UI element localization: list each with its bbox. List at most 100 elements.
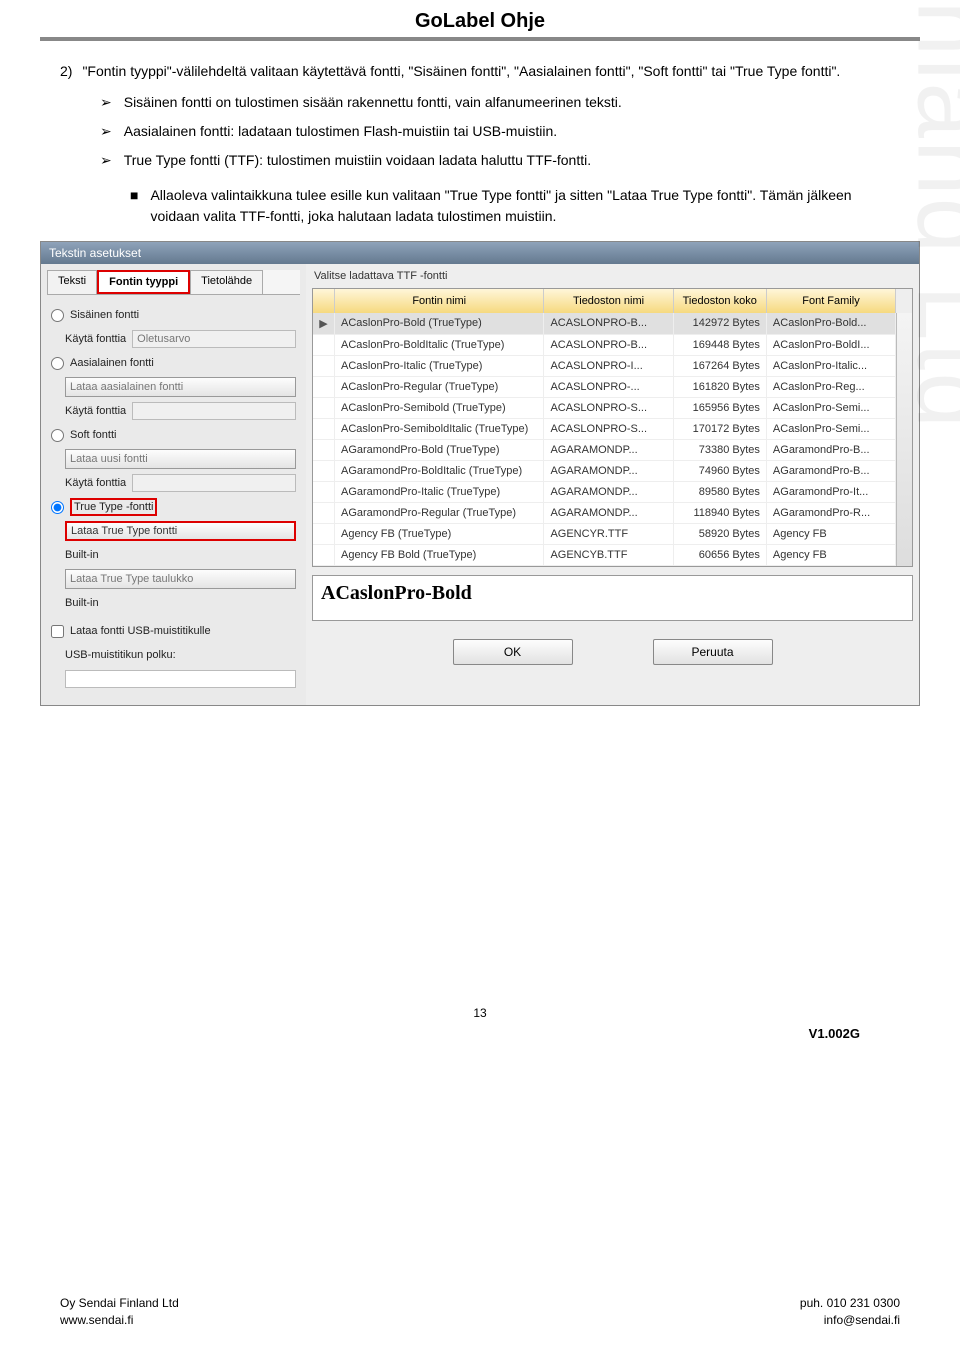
cell-font-name: ACaslonPro-SemiboldItalic (TrueType) bbox=[335, 419, 544, 439]
cell-file-name: AGARAMONDP... bbox=[544, 440, 673, 460]
cell-file-name: AGARAMONDP... bbox=[544, 482, 673, 502]
tab-fontin-tyyppi[interactable]: Fontin tyyppi bbox=[97, 270, 190, 294]
radio-sisainen[interactable] bbox=[51, 309, 64, 322]
button-lataa-truetype[interactable]: Lataa True Type fontti bbox=[65, 521, 296, 541]
footer-email: info@sendai.fi bbox=[800, 1312, 900, 1329]
cell-font-name: AGaramondPro-BoldItalic (TrueType) bbox=[335, 461, 544, 481]
button-lataa-tt-taulukko[interactable]: Lataa True Type taulukko bbox=[65, 569, 296, 589]
table-row[interactable]: Agency FB Bold (TrueType)AGENCYB.TTF6065… bbox=[313, 545, 896, 566]
cell-font-name: Agency FB (TrueType) bbox=[335, 524, 544, 544]
button-lataa-uusi[interactable]: Lataa uusi fontti bbox=[65, 449, 296, 469]
row-indicator bbox=[313, 440, 335, 460]
table-row[interactable]: ACaslonPro-Semibold (TrueType)ACASLONPRO… bbox=[313, 398, 896, 419]
cell-file-size: 74960 Bytes bbox=[674, 461, 767, 481]
cell-font-family: ACaslonPro-BoldI... bbox=[767, 335, 896, 355]
cell-file-size: 170172 Bytes bbox=[674, 419, 767, 439]
col-tiedoston-nimi[interactable]: Tiedoston nimi bbox=[544, 289, 673, 313]
table-row[interactable]: AGaramondPro-Italic (TrueType)AGARAMONDP… bbox=[313, 482, 896, 503]
cell-font-family: AGaramondPro-It... bbox=[767, 482, 896, 502]
bullet-text: Aasialainen fontti: ladataan tulostimen … bbox=[124, 121, 557, 142]
table-row[interactable]: ACaslonPro-Regular (TrueType)ACASLONPRO-… bbox=[313, 377, 896, 398]
ok-button[interactable]: OK bbox=[453, 639, 573, 665]
scrollbar[interactable] bbox=[896, 313, 912, 566]
row-indicator bbox=[313, 419, 335, 439]
bullet-arrow-icon: ➢ bbox=[100, 121, 112, 142]
col-selector bbox=[313, 289, 335, 313]
table-row[interactable]: ACaslonPro-BoldItalic (TrueType)ACASLONP… bbox=[313, 335, 896, 356]
cell-file-size: 167264 Bytes bbox=[674, 356, 767, 376]
table-row[interactable]: ACaslonPro-SemiboldItalic (TrueType)ACAS… bbox=[313, 419, 896, 440]
cell-font-name: ACaslonPro-Semibold (TrueType) bbox=[335, 398, 544, 418]
row-indicator bbox=[313, 545, 335, 565]
table-row[interactable]: ▶ACaslonPro-Bold (TrueType)ACASLONPRO-B.… bbox=[313, 313, 896, 335]
cell-font-family: ACaslonPro-Italic... bbox=[767, 356, 896, 376]
checkbox-lataa-usb[interactable] bbox=[51, 625, 64, 638]
scrollbar-head bbox=[896, 289, 912, 313]
cell-file-name: AGARAMONDP... bbox=[544, 461, 673, 481]
field-oletusarvo[interactable] bbox=[132, 330, 296, 348]
version-label: V1.002G bbox=[0, 1026, 960, 1041]
cell-file-name: ACASLONPRO-S... bbox=[544, 398, 673, 418]
row-indicator bbox=[313, 503, 335, 523]
row-indicator bbox=[313, 482, 335, 502]
radio-aasialainen[interactable] bbox=[51, 357, 64, 370]
cell-file-size: 73380 Bytes bbox=[674, 440, 767, 460]
cell-file-name: AGARAMONDP... bbox=[544, 503, 673, 523]
cell-file-name: ACASLONPRO-B... bbox=[544, 313, 673, 334]
cell-file-size: 58920 Bytes bbox=[674, 524, 767, 544]
table-row[interactable]: ACaslonPro-Italic (TrueType)ACASLONPRO-I… bbox=[313, 356, 896, 377]
radio-truetype[interactable] bbox=[51, 501, 64, 514]
cell-font-family: ACaslonPro-Semi... bbox=[767, 419, 896, 439]
cell-font-family: ACaslonPro-Reg... bbox=[767, 377, 896, 397]
label-builtin-2: Built-in bbox=[65, 597, 99, 609]
footer-company: Oy Sendai Finland Ltd bbox=[60, 1295, 179, 1312]
radio-soft[interactable] bbox=[51, 429, 64, 442]
table-row[interactable]: AGaramondPro-BoldItalic (TrueType)AGARAM… bbox=[313, 461, 896, 482]
cell-file-name: ACASLONPRO-I... bbox=[544, 356, 673, 376]
cell-font-name: ACaslonPro-BoldItalic (TrueType) bbox=[335, 335, 544, 355]
cell-file-size: 89580 Bytes bbox=[674, 482, 767, 502]
square-text: Allaoleva valintaikkuna tulee esille kun… bbox=[150, 185, 900, 227]
cell-font-family: AGaramondPro-R... bbox=[767, 503, 896, 523]
cell-file-name: AGENCYR.TTF bbox=[544, 524, 673, 544]
cell-font-family: AGaramondPro-B... bbox=[767, 461, 896, 481]
footer-url: www.sendai.fi bbox=[60, 1312, 179, 1329]
bullet-text: True Type fontti (TTF): tulostimen muist… bbox=[124, 150, 591, 171]
cell-file-size: 169448 Bytes bbox=[674, 335, 767, 355]
table-row[interactable]: AGaramondPro-Bold (TrueType)AGARAMONDP..… bbox=[313, 440, 896, 461]
bullet-square-icon: ■ bbox=[130, 185, 138, 227]
cell-file-name: ACASLONPRO-S... bbox=[544, 419, 673, 439]
table-row[interactable]: Agency FB (TrueType)AGENCYR.TTF58920 Byt… bbox=[313, 524, 896, 545]
cell-font-family: Agency FB bbox=[767, 545, 896, 565]
cell-file-name: ACASLONPRO-B... bbox=[544, 335, 673, 355]
cell-font-name: ACaslonPro-Italic (TrueType) bbox=[335, 356, 544, 376]
field-soft-font[interactable] bbox=[132, 474, 296, 492]
row-indicator bbox=[313, 377, 335, 397]
tab-tietolahde[interactable]: Tietolähde bbox=[190, 270, 263, 294]
list-number: 2) bbox=[60, 61, 72, 82]
cell-font-name: Agency FB Bold (TrueType) bbox=[335, 545, 544, 565]
bullet-arrow-icon: ➢ bbox=[100, 150, 112, 171]
col-tiedoston-koko[interactable]: Tiedoston koko bbox=[674, 289, 767, 313]
col-font-family[interactable]: Font Family bbox=[767, 289, 896, 313]
cell-file-name: ACASLONPRO-... bbox=[544, 377, 673, 397]
label-kayta-fonttia-3: Käytä fonttia bbox=[65, 477, 126, 489]
cell-font-family: AGaramondPro-B... bbox=[767, 440, 896, 460]
tab-teksti[interactable]: Teksti bbox=[47, 270, 97, 294]
font-table[interactable]: Fontin nimi Tiedoston nimi Tiedoston kok… bbox=[312, 288, 913, 567]
cancel-button[interactable]: Peruuta bbox=[653, 639, 773, 665]
intro-text: "Fontin tyyppi"-välilehdeltä valitaan kä… bbox=[82, 61, 840, 82]
cell-file-size: 161820 Bytes bbox=[674, 377, 767, 397]
label-kayta-fonttia: Käytä fonttia bbox=[65, 333, 126, 345]
field-usb-polku[interactable] bbox=[65, 670, 296, 688]
col-fontin-nimi[interactable]: Fontin nimi bbox=[335, 289, 544, 313]
cell-file-size: 118940 Bytes bbox=[674, 503, 767, 523]
table-row[interactable]: AGaramondPro-Regular (TrueType)AGARAMOND… bbox=[313, 503, 896, 524]
field-aas-font[interactable] bbox=[132, 402, 296, 420]
label-truetype: True Type -fontti bbox=[70, 498, 157, 516]
cell-font-name: AGaramondPro-Bold (TrueType) bbox=[335, 440, 544, 460]
cell-font-family: ACaslonPro-Semi... bbox=[767, 398, 896, 418]
cell-font-family: ACaslonPro-Bold... bbox=[767, 313, 896, 334]
button-lataa-aasialainen[interactable]: Lataa aasialainen fontti bbox=[65, 377, 296, 397]
row-indicator bbox=[313, 356, 335, 376]
